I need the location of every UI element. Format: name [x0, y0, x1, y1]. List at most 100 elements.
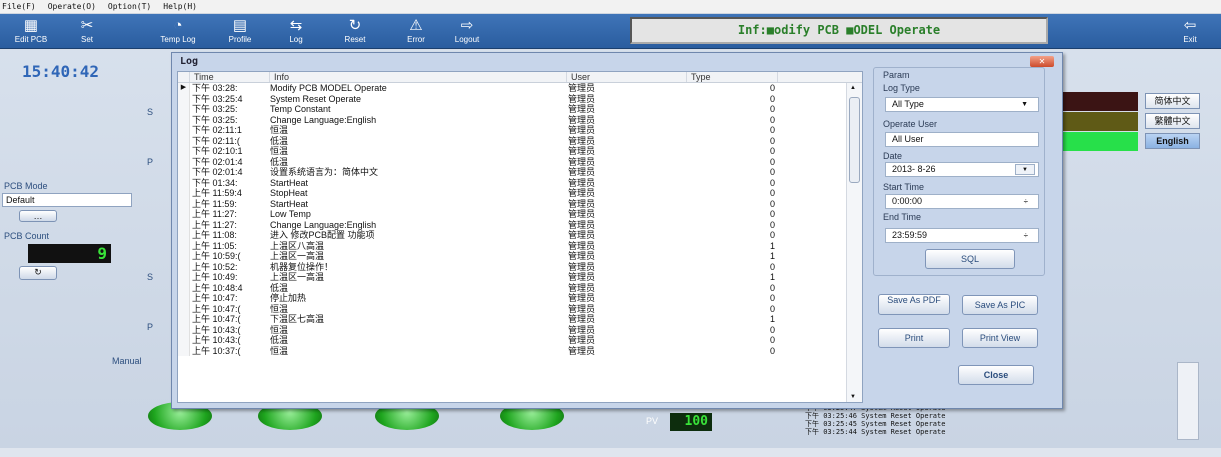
cell-user: 管理员 [568, 114, 596, 125]
error-button[interactable]: ⚠ Error [391, 16, 441, 47]
sql-button[interactable]: SQL [925, 249, 1015, 269]
logout-button[interactable]: ⇨ Logout [442, 16, 492, 47]
table-row[interactable]: 上午 11:59:4 StopHeat 管理员 0 [178, 188, 846, 199]
log-table[interactable]: Time Info User Type ▶ 下午 03:28: Modify PCB… [177, 71, 863, 403]
row-indicator [178, 177, 190, 188]
cell-type: 1 [769, 314, 775, 324]
refresh-icon: ↻ [34, 267, 42, 277]
row-indicator [178, 167, 190, 178]
row-indicator [178, 125, 190, 136]
table-row[interactable]: 上午 11:05: 上温区八高温 管理员 1 [178, 240, 846, 251]
manual-label: Manual [112, 356, 142, 366]
current-row-icon: ▶ [178, 83, 190, 94]
cell-type: 0 [769, 345, 775, 356]
reset-button[interactable]: ↻ Reset [330, 16, 380, 47]
row-indicator [178, 93, 190, 104]
pv-display: 100 [670, 413, 712, 431]
table-row[interactable]: 上午 10:48:4 低温 管理员 0 [178, 282, 846, 293]
table-row[interactable]: 上午 10:47:(下温区七高温 管理员 1 [178, 314, 846, 325]
dialog-close-icon[interactable]: ✕ [1030, 56, 1054, 67]
table-scrollbar[interactable]: ▲ ▼ [846, 83, 862, 402]
close-button[interactable]: Close [958, 365, 1034, 385]
cell-user: 管理员 [568, 272, 596, 282]
table-row[interactable]: 上午 10:43:(低温 管理员 0 [178, 335, 846, 346]
print-button[interactable]: Print [878, 328, 950, 348]
table-row[interactable]: 下午 03:25: Change Language:English 管理员 0 [178, 114, 846, 125]
scroll-down-icon[interactable]: ▼ [850, 394, 856, 400]
operate-user-field[interactable]: All User [885, 132, 1039, 147]
spin-icon[interactable]: ÷ [1024, 229, 1028, 242]
event-log-scrollbar[interactable] [1177, 362, 1199, 440]
log-type-select[interactable]: All Type ▼ [885, 97, 1039, 112]
header-type[interactable]: Type [687, 72, 778, 82]
table-row[interactable]: 上午 11:27: Low Temp 管理员 0 [178, 209, 846, 220]
table-row[interactable]: 上午 11:08: 进入 修改PCB配置 功能项 管理员 0 [178, 230, 846, 241]
table-row[interactable]: 上午 10:52: 机器复位操作！ 管理员 0 [178, 261, 846, 272]
date-picker[interactable]: 2013- 8-26 ▼ [885, 162, 1039, 177]
table-row[interactable]: 上午 10:49: 上温区一高温 管理员 1 [178, 272, 846, 283]
spin-icon[interactable]: ÷ [1024, 195, 1028, 208]
cell-type: 0 [769, 188, 775, 198]
print-view-button[interactable]: Print View [962, 328, 1038, 348]
table-row[interactable]: ▶ 下午 03:28: Modify PCB MODEL Operate 管理员 0 [178, 83, 846, 94]
table-row[interactable]: 上午 11:59: StartHeat 管理员 0 [178, 198, 846, 209]
exit-button[interactable]: ⇦ Exit [1165, 16, 1215, 47]
language-english-button[interactable]: English [1145, 133, 1200, 149]
menu-option[interactable]: Option(T) [108, 2, 151, 11]
pcb-mode-button[interactable]: … [19, 210, 57, 222]
edit-pcb-button[interactable]: ▦ Edit PCB [6, 16, 56, 47]
pcb-mode-label: PCB Mode [4, 181, 48, 191]
cell-info: Change Language:English [270, 219, 377, 230]
header-info[interactable]: Info [270, 72, 567, 82]
scroll-up-icon[interactable]: ▲ [850, 85, 856, 91]
set-button[interactable]: ✂ Set [62, 16, 112, 47]
table-row[interactable]: 上午 10:59:(上温区一高温 管理员 1 [178, 251, 846, 262]
param-title: Param [883, 70, 910, 80]
menu-operate[interactable]: Operate(O) [48, 2, 96, 11]
table-row[interactable]: 上午 10:37:(恒温 管理员 0 [178, 345, 846, 356]
pcb-mode-field[interactable]: Default [2, 193, 132, 207]
table-row[interactable]: 上午 10:43:(恒温 管理员 0 [178, 324, 846, 335]
cell-type: 0 [769, 293, 775, 303]
cell-info: StopHeat [270, 188, 308, 198]
log-button[interactable]: ⇆ Log [271, 16, 321, 47]
side-letter-s2: S [147, 272, 154, 282]
table-row[interactable]: 下午 03:25:4 System Reset Operate 管理员 0 [178, 93, 846, 104]
start-time-field[interactable]: 0:00:00 ÷ [885, 194, 1039, 209]
table-row[interactable]: 下午 03:25: Temp Constant 管理员 0 [178, 104, 846, 115]
cell-user: 管理员 [568, 177, 596, 188]
cell-time: 上午 10:47:( [192, 303, 241, 314]
table-row[interactable]: 上午 11:27: Change Language:English 管理员 0 [178, 219, 846, 230]
table-row[interactable]: 下午 02:01:4 设置系统语言为：简体中文 管理员 0 [178, 167, 846, 178]
save-pic-button[interactable]: Save As PIC [962, 295, 1038, 315]
table-row[interactable]: 下午 02:11:1 恒温 管理员 0 [178, 125, 846, 136]
cell-info: Temp Constant [270, 104, 331, 114]
table-row[interactable]: 上午 10:47:(恒温 管理员 0 [178, 303, 846, 314]
table-row[interactable]: 下午 02:10:1 恒温 管理员 0 [178, 146, 846, 157]
profile-button[interactable]: ▤ Profile [215, 16, 265, 47]
save-pdf-button[interactable]: Save As PDF [878, 294, 950, 315]
language-simplified-button[interactable]: 简体中文 [1145, 93, 1200, 109]
header-user[interactable]: User [567, 72, 687, 82]
temp-log-button[interactable]: ◔ Temp Log [153, 16, 203, 47]
calendar-dropdown-icon[interactable]: ▼ [1015, 164, 1035, 175]
header-time[interactable]: Time [190, 72, 270, 82]
cell-info: 恒温 [270, 324, 289, 335]
table-row[interactable]: 上午 10:47: 停止加热 管理员 0 [178, 293, 846, 304]
table-row[interactable]: 下午 02:01:4 低温 管理员 0 [178, 156, 846, 167]
language-traditional-button[interactable]: 繁體中文 [1145, 113, 1200, 129]
cell-user: 管理员 [568, 261, 596, 272]
reset-count-button[interactable]: ↻ [19, 266, 57, 280]
cell-info: Low Temp [270, 209, 311, 219]
menu-help[interactable]: Help(H) [163, 2, 197, 11]
cell-type: 1 [769, 251, 775, 261]
menu-file[interactable]: File(F) [2, 2, 36, 11]
end-time-field[interactable]: 23:59:59 ÷ [885, 228, 1039, 243]
table-row[interactable]: 下午 02:11:(低温 管理员 0 [178, 135, 846, 146]
chevron-down-icon: ▼ [1021, 101, 1028, 108]
cell-user: 管理员 [568, 167, 596, 177]
scroll-thumb[interactable] [849, 97, 860, 183]
cell-time: 上午 11:27: [192, 209, 237, 219]
table-row[interactable]: 下午 01:34: StartHeat 管理员 0 [178, 177, 846, 188]
pcb-count-display: 9 [28, 244, 111, 263]
